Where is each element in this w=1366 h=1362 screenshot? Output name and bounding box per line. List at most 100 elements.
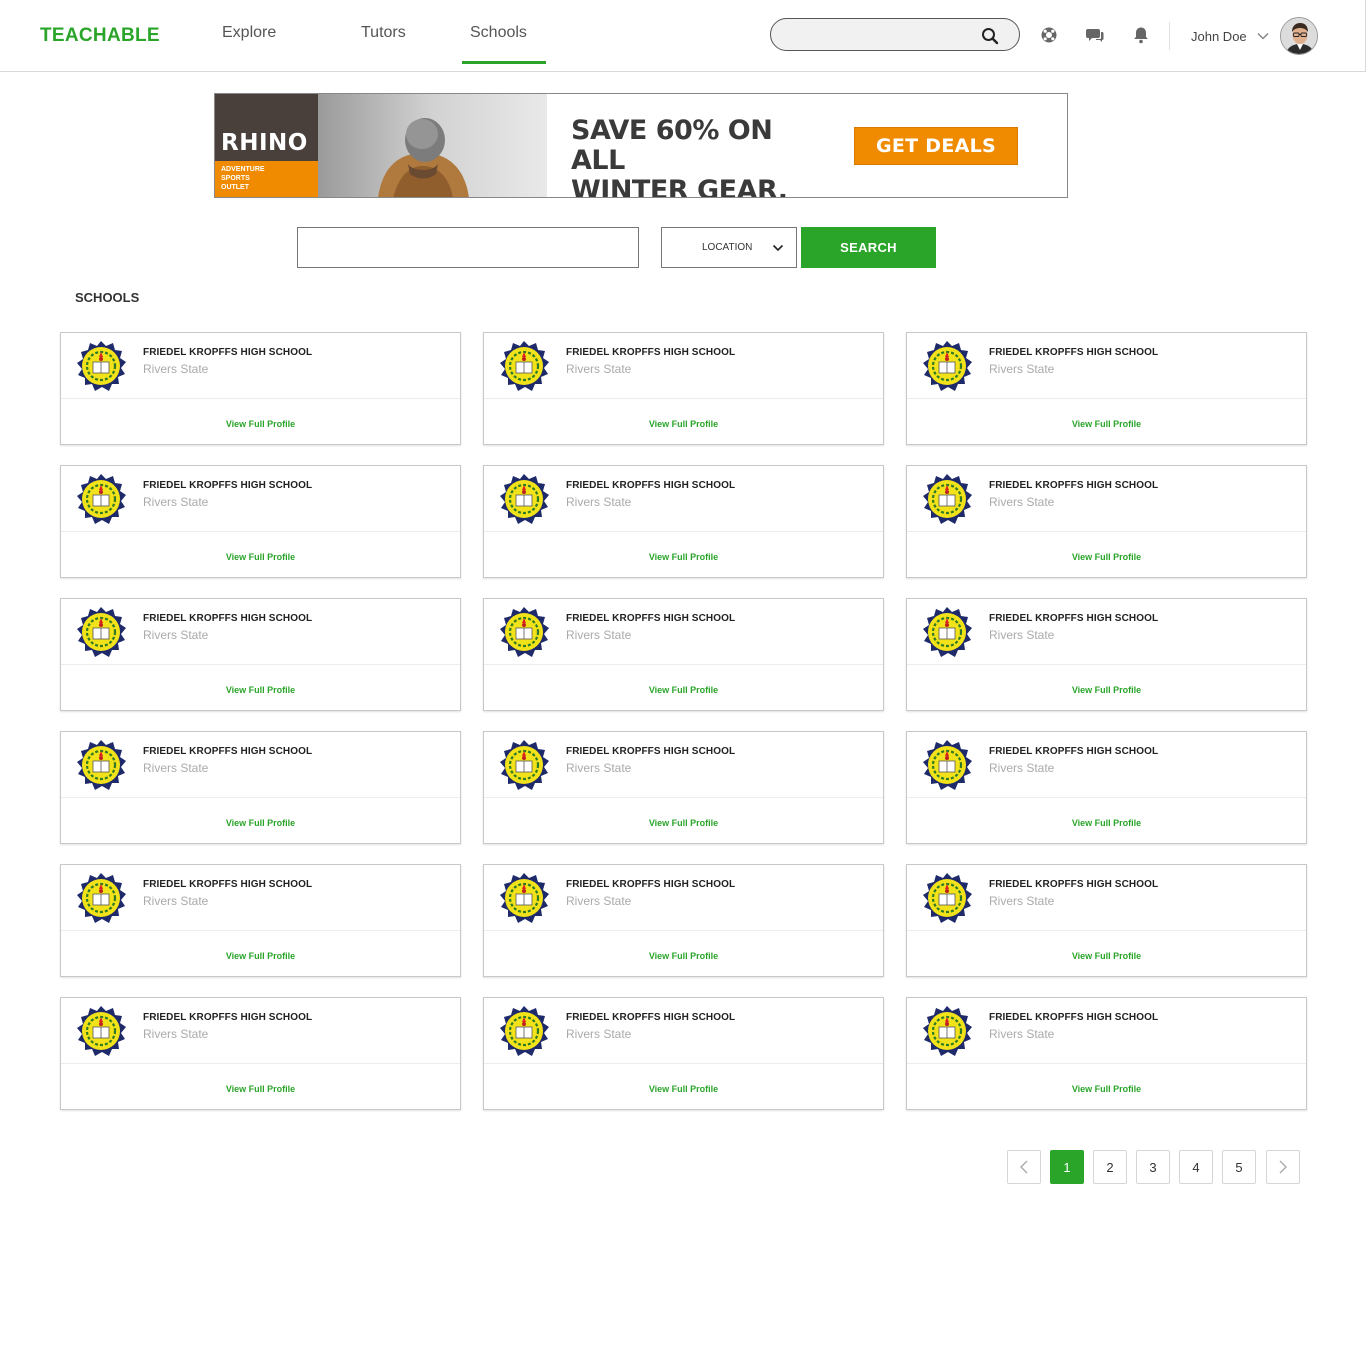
- school-location: Rivers State: [989, 628, 1055, 642]
- user-avatar-image: [1281, 18, 1317, 54]
- school-search-input[interactable]: [297, 227, 639, 268]
- school-card[interactable]: FRIEDEL KROPFFS HIGH SCHOOL Rivers State V…: [483, 864, 884, 977]
- ad-brand-tagline: ADVENTURE SPORTS OUTLET: [215, 161, 318, 197]
- school-card-header: FRIEDEL KROPFFS HIGH SCHOOL Rivers State: [484, 732, 883, 798]
- bell-icon[interactable]: [1132, 26, 1150, 44]
- school-location: Rivers State: [566, 628, 632, 642]
- pager-page-button[interactable]: 1: [1050, 1150, 1084, 1184]
- school-card-header: FRIEDEL KROPFFS HIGH SCHOOL Rivers State: [907, 865, 1306, 931]
- school-name: FRIEDEL KROPFFS HIGH SCHOOL: [989, 347, 1159, 358]
- school-card[interactable]: FRIEDEL KROPFFS HIGH SCHOOL Rivers State V…: [60, 997, 461, 1110]
- school-card[interactable]: FRIEDEL KROPFFS HIGH SCHOOL Rivers State V…: [906, 332, 1307, 445]
- pager-page-button[interactable]: 2: [1093, 1150, 1127, 1184]
- app-logo[interactable]: TEACHABLE: [40, 25, 160, 47]
- school-card[interactable]: FRIEDEL KROPFFS HIGH SCHOOL Rivers State V…: [906, 997, 1307, 1110]
- school-card[interactable]: FRIEDEL KROPFFS HIGH SCHOOL Rivers State V…: [60, 465, 461, 578]
- school-name: FRIEDEL KROPFFS HIGH SCHOOL: [566, 1012, 736, 1023]
- ad-tagline-line: ADVENTURE: [221, 166, 265, 173]
- view-full-profile-link[interactable]: View Full Profile: [484, 818, 883, 828]
- school-crest-icon: [75, 606, 127, 658]
- school-card-header: FRIEDEL KROPFFS HIGH SCHOOL Rivers State: [907, 732, 1306, 798]
- pager-page-button[interactable]: 3: [1136, 1150, 1170, 1184]
- view-full-profile-link[interactable]: View Full Profile: [484, 552, 883, 562]
- view-full-profile-link[interactable]: View Full Profile: [61, 552, 460, 562]
- school-card[interactable]: FRIEDEL KROPFFS HIGH SCHOOL Rivers State V…: [483, 731, 884, 844]
- ad-headline: SAVE 60% ON ALL WINTER GEAR.: [571, 116, 831, 198]
- view-full-profile-link[interactable]: View Full Profile: [61, 951, 460, 961]
- ad-brand-block: RHINO ADVENTURE SPORTS OUTLET: [215, 94, 318, 197]
- view-full-profile-link[interactable]: View Full Profile: [61, 1084, 460, 1094]
- school-crest-icon: [921, 739, 973, 791]
- view-full-profile-link[interactable]: View Full Profile: [61, 419, 460, 429]
- pager-page-button[interactable]: 4: [1179, 1150, 1213, 1184]
- header-search-box[interactable]: [770, 18, 1020, 51]
- school-card[interactable]: FRIEDEL KROPFFS HIGH SCHOOL Rivers State V…: [906, 731, 1307, 844]
- view-full-profile-link[interactable]: View Full Profile: [484, 951, 883, 961]
- view-full-profile-link[interactable]: View Full Profile: [907, 685, 1306, 695]
- ad-banner[interactable]: RHINO ADVENTURE SPORTS OUTLET SAVE 60% O…: [214, 93, 1068, 198]
- pager-prev-button[interactable]: [1007, 1150, 1041, 1184]
- search-button[interactable]: SEARCH: [801, 227, 936, 268]
- chevron-down-icon[interactable]: [1257, 31, 1269, 41]
- school-card[interactable]: FRIEDEL KROPFFS HIGH SCHOOL Rivers State V…: [60, 598, 461, 711]
- school-card[interactable]: FRIEDEL KROPFFS HIGH SCHOOL Rivers State V…: [60, 731, 461, 844]
- school-card-header: FRIEDEL KROPFFS HIGH SCHOOL Rivers State: [61, 599, 460, 665]
- school-card[interactable]: FRIEDEL KROPFFS HIGH SCHOOL Rivers State V…: [906, 598, 1307, 711]
- school-card-header: FRIEDEL KROPFFS HIGH SCHOOL Rivers State: [61, 865, 460, 931]
- search-icon[interactable]: [981, 27, 999, 45]
- pager-next-button[interactable]: [1266, 1150, 1300, 1184]
- header-divider: [1169, 22, 1170, 50]
- school-name: FRIEDEL KROPFFS HIGH SCHOOL: [989, 480, 1159, 491]
- view-full-profile-link[interactable]: View Full Profile: [907, 552, 1306, 562]
- school-card[interactable]: FRIEDEL KROPFFS HIGH SCHOOL Rivers State V…: [483, 332, 884, 445]
- school-name: FRIEDEL KROPFFS HIGH SCHOOL: [566, 613, 736, 624]
- top-header: TEACHABLE Explore Tutors Schools John Do…: [0, 0, 1366, 72]
- school-crest-icon: [921, 872, 973, 924]
- school-card[interactable]: FRIEDEL KROPFFS HIGH SCHOOL Rivers State V…: [906, 864, 1307, 977]
- location-select-label: LOCATION: [702, 242, 753, 253]
- pager-page-button[interactable]: 5: [1222, 1150, 1256, 1184]
- school-crest-icon: [921, 1005, 973, 1057]
- ad-headline-line: WINTER GEAR.: [571, 175, 788, 198]
- view-full-profile-link[interactable]: View Full Profile: [484, 419, 883, 429]
- get-deals-button[interactable]: GET DEALS: [854, 127, 1018, 165]
- school-card[interactable]: FRIEDEL KROPFFS HIGH SCHOOL Rivers State V…: [483, 465, 884, 578]
- school-card[interactable]: FRIEDEL KROPFFS HIGH SCHOOL Rivers State V…: [60, 332, 461, 445]
- school-card-header: FRIEDEL KROPFFS HIGH SCHOOL Rivers State: [61, 998, 460, 1064]
- school-crest-icon: [498, 1005, 550, 1057]
- nav-explore[interactable]: Explore: [222, 24, 276, 42]
- school-crest-icon: [75, 739, 127, 791]
- school-location: Rivers State: [143, 894, 209, 908]
- view-full-profile-link[interactable]: View Full Profile: [484, 685, 883, 695]
- school-card-header: FRIEDEL KROPFFS HIGH SCHOOL Rivers State: [907, 333, 1306, 399]
- user-name[interactable]: John Doe: [1191, 29, 1247, 44]
- view-full-profile-link[interactable]: View Full Profile: [484, 1084, 883, 1094]
- school-card-header: FRIEDEL KROPFFS HIGH SCHOOL Rivers State: [61, 732, 460, 798]
- school-card[interactable]: FRIEDEL KROPFFS HIGH SCHOOL Rivers State V…: [483, 598, 884, 711]
- school-card[interactable]: FRIEDEL KROPFFS HIGH SCHOOL Rivers State V…: [483, 997, 884, 1110]
- school-location: Rivers State: [566, 894, 632, 908]
- nav-schools[interactable]: Schools: [470, 24, 527, 42]
- school-location: Rivers State: [989, 894, 1055, 908]
- header-search-input[interactable]: [785, 25, 975, 45]
- school-location: Rivers State: [989, 1027, 1055, 1041]
- school-card[interactable]: FRIEDEL KROPFFS HIGH SCHOOL Rivers State V…: [60, 864, 461, 977]
- view-full-profile-link[interactable]: View Full Profile: [907, 818, 1306, 828]
- chat-icon[interactable]: [1086, 26, 1104, 44]
- school-name: FRIEDEL KROPFFS HIGH SCHOOL: [143, 347, 313, 358]
- view-full-profile-link[interactable]: View Full Profile: [907, 419, 1306, 429]
- ad-tagline-line: OUTLET: [221, 184, 249, 191]
- location-select[interactable]: LOCATION: [661, 227, 797, 268]
- avatar[interactable]: [1280, 17, 1318, 55]
- view-full-profile-link[interactable]: View Full Profile: [61, 685, 460, 695]
- view-full-profile-link[interactable]: View Full Profile: [907, 1084, 1306, 1094]
- school-crest-icon: [498, 606, 550, 658]
- view-full-profile-link[interactable]: View Full Profile: [907, 951, 1306, 961]
- school-location: Rivers State: [566, 1027, 632, 1041]
- school-card-header: FRIEDEL KROPFFS HIGH SCHOOL Rivers State: [484, 865, 883, 931]
- nav-tutors[interactable]: Tutors: [361, 24, 406, 42]
- support-icon[interactable]: [1040, 26, 1058, 44]
- school-card[interactable]: FRIEDEL KROPFFS HIGH SCHOOL Rivers State V…: [906, 465, 1307, 578]
- view-full-profile-link[interactable]: View Full Profile: [61, 818, 460, 828]
- school-crest-icon: [498, 739, 550, 791]
